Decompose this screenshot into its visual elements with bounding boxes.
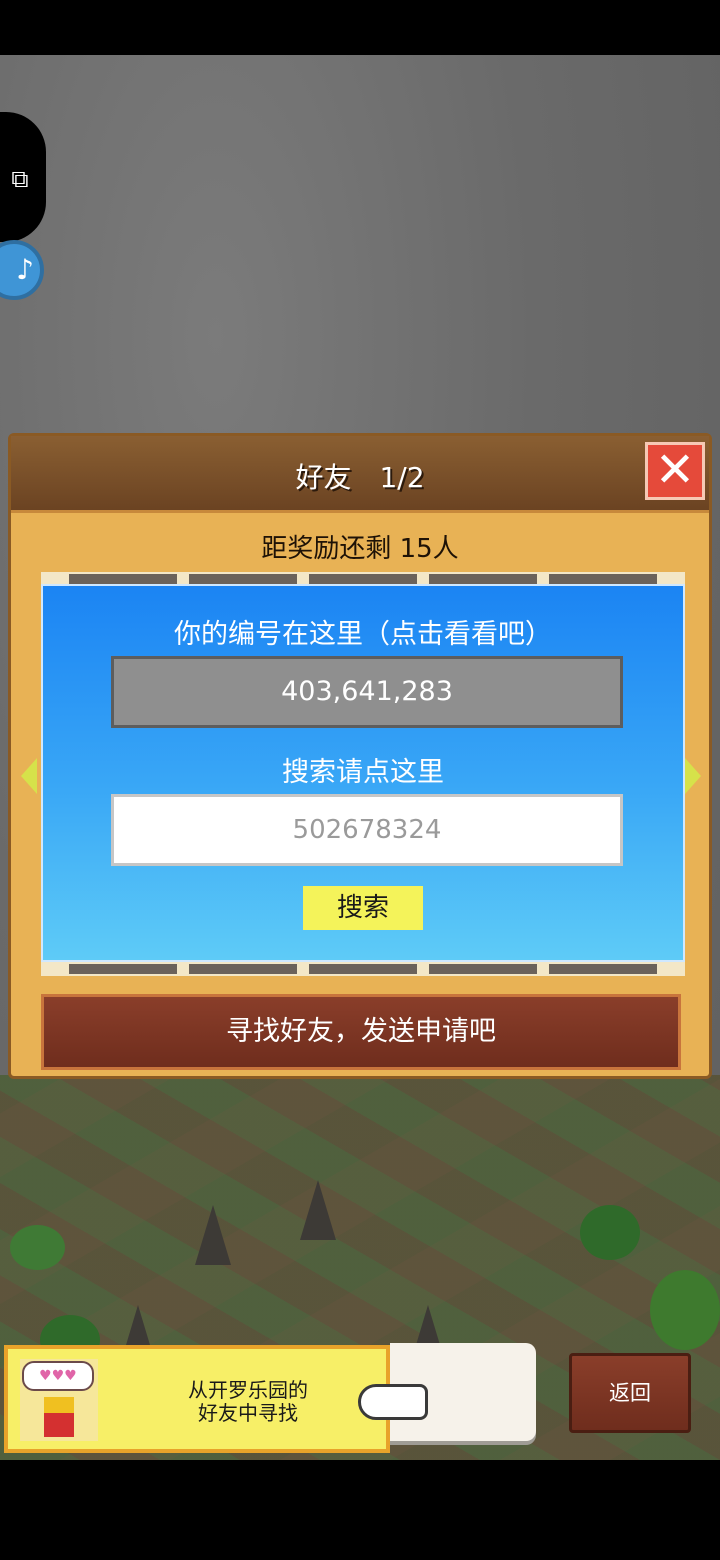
banner-text: 从开罗乐园的 好友中寻找 (128, 1379, 368, 1425)
close-icon[interactable]: ✕ (645, 442, 705, 500)
board-bottom-strip (41, 962, 685, 976)
search-button[interactable]: 搜索 (303, 886, 423, 930)
puzzle-icon[interactable]: ⧉ (6, 165, 34, 193)
friends-dialog: 好友 1/2 ✕ 距奖励还剩 15人 你的编号在这里（点击看看吧） 403,64… (8, 433, 712, 1079)
banner-line-2: 好友中寻找 (198, 1401, 298, 1425)
tree (580, 1205, 640, 1260)
mascot-avatar: ♥♥♥ (20, 1359, 98, 1441)
arrow-right-icon[interactable] (685, 758, 701, 794)
search-input[interactable]: 502678324 (111, 794, 623, 866)
hearts-bubble: ♥♥♥ (22, 1361, 94, 1391)
mascot-character (44, 1397, 74, 1437)
grass-patch (10, 1225, 65, 1270)
pointing-hand-icon (358, 1384, 428, 1420)
tree (650, 1270, 720, 1350)
dialog-title: 好友 1/2 (295, 461, 425, 494)
player-id-display[interactable]: 403,641,283 (111, 656, 623, 728)
banner-line-1: 从开罗乐园的 (188, 1378, 308, 1402)
arrow-left-icon[interactable] (21, 758, 37, 794)
back-button[interactable]: 返回 (569, 1353, 691, 1433)
rock-spire (195, 1205, 231, 1265)
id-prompt-label: 你的编号在这里（点击看看吧） (174, 619, 552, 650)
find-from-friends-banner[interactable]: ♥♥♥ 从开罗乐园的 好友中寻找 (4, 1345, 390, 1453)
dialog-header: 好友 1/2 (11, 436, 709, 513)
friend-code-panel: 你的编号在这里（点击看看吧） 403,641,283 搜索请点这里 502678… (41, 584, 685, 962)
find-friends-button[interactable]: 寻找好友，发送申请吧 (41, 994, 681, 1070)
reward-progress-text: 距奖励还剩 15人 (261, 534, 459, 564)
search-prompt-label: 搜索请点这里 (282, 757, 444, 788)
rock-spire (300, 1180, 336, 1240)
